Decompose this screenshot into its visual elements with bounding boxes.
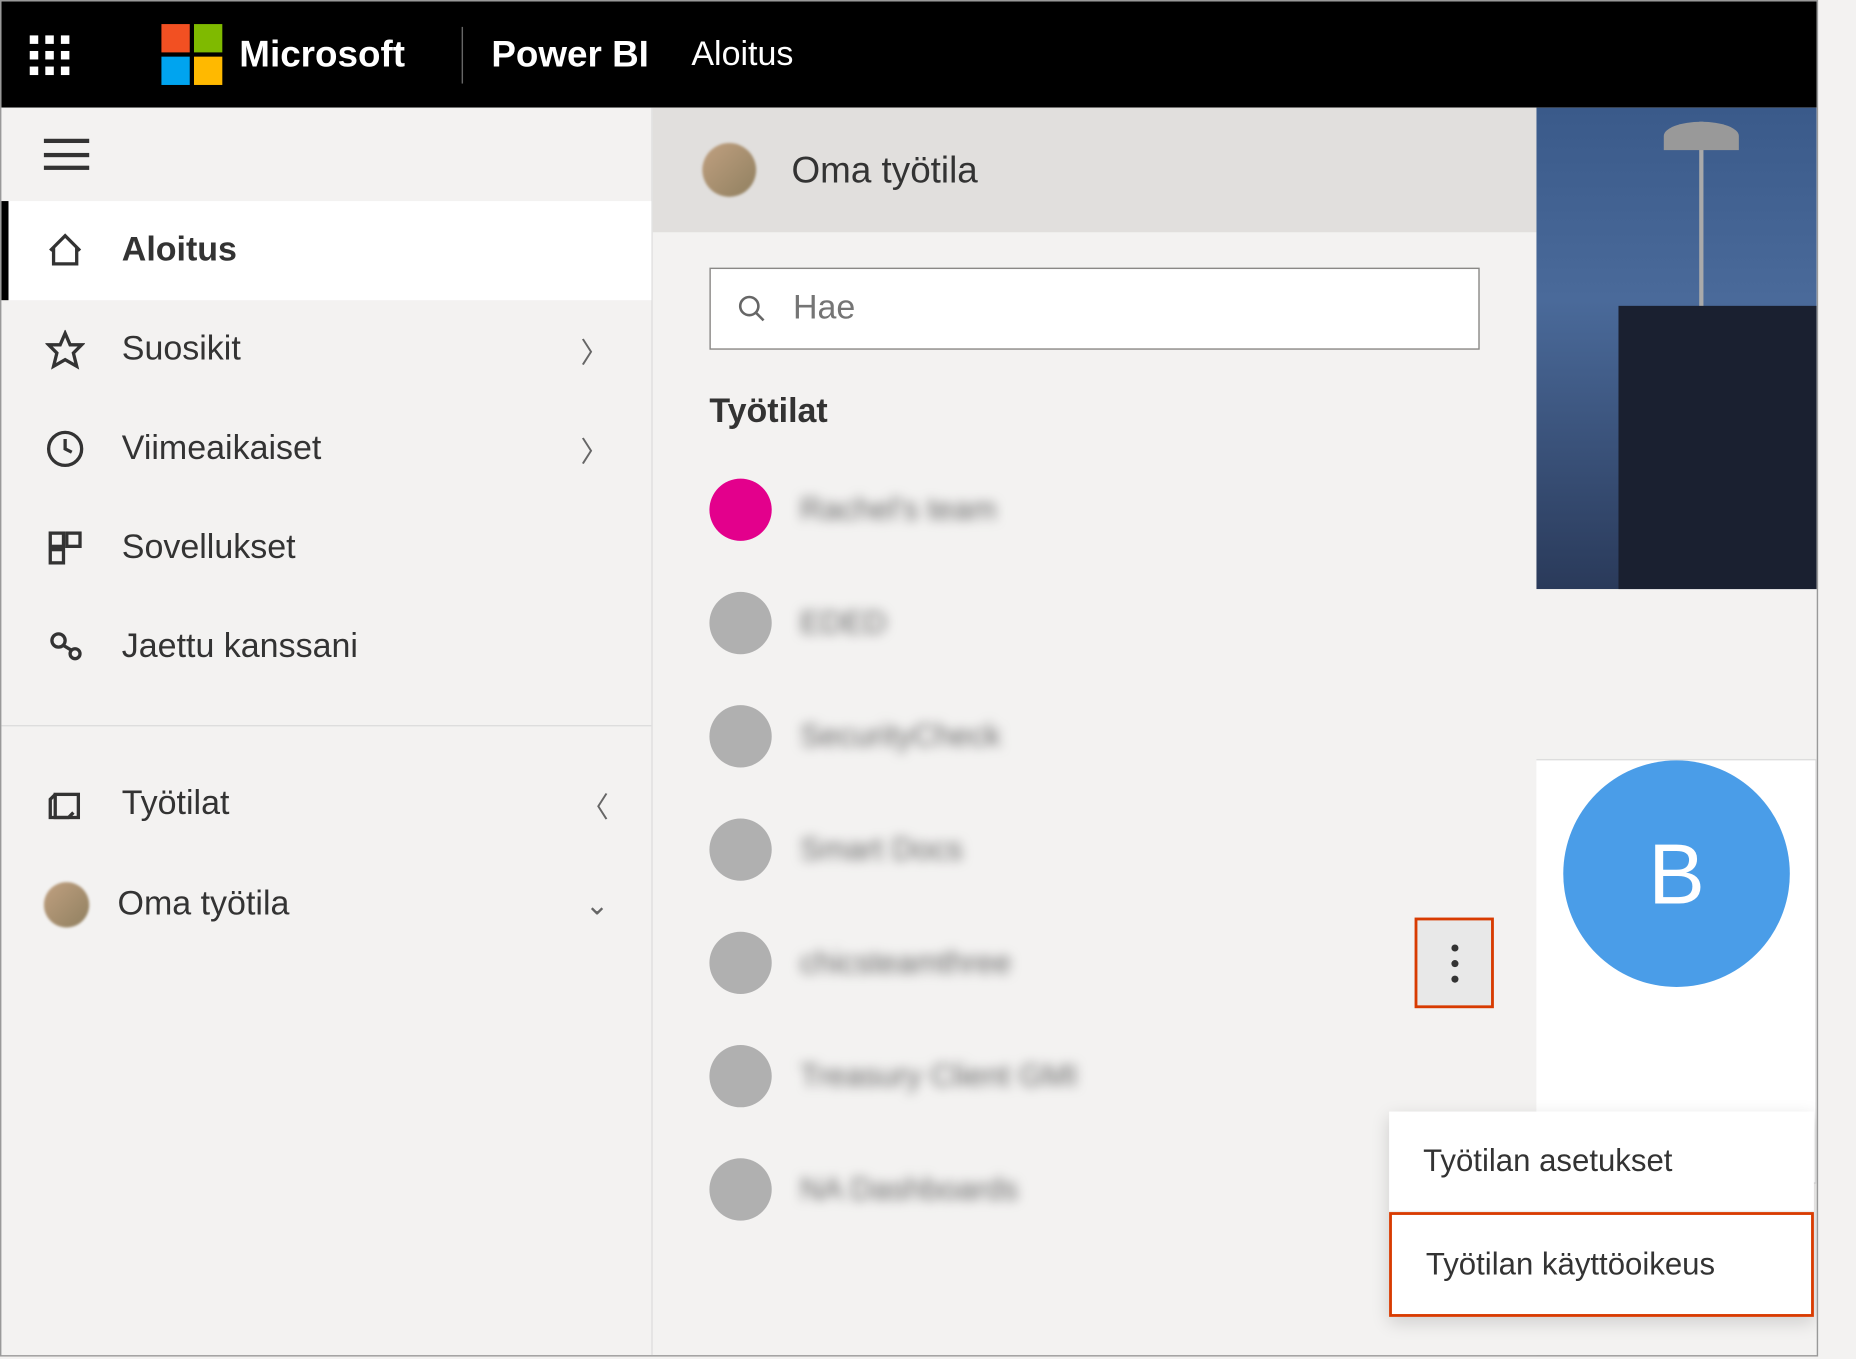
sidebar-item-workspaces[interactable]: Työtilat 〈	[1, 755, 651, 854]
brand-text: Microsoft	[239, 33, 405, 77]
microsoft-logo	[161, 24, 222, 85]
nav-label: Sovellukset	[122, 528, 296, 568]
workspace-item[interactable]: Smart Docs	[695, 793, 1494, 906]
workspace-item[interactable]: chicsteamthree	[695, 906, 1494, 1019]
workspace-name: Treasury Client GMI	[800, 1058, 1078, 1095]
workspace-item[interactable]: Rachel's team	[695, 453, 1494, 566]
hero-background	[1536, 108, 1816, 589]
workspace-name: EDED	[800, 605, 887, 642]
layers-icon	[44, 783, 86, 825]
workspace-item[interactable]: NA Dashboards	[695, 1133, 1494, 1246]
workspace-header[interactable]: Oma työtila	[653, 108, 1537, 233]
more-options-button[interactable]	[1415, 918, 1494, 1009]
search-input[interactable]	[793, 289, 1453, 329]
menu-item-workspace-settings[interactable]: Työtilan asetukset	[1389, 1112, 1814, 1213]
workspace-name: Smart Docs	[800, 831, 963, 868]
workspace-title: Oma työtila	[792, 148, 978, 192]
nav-label: Oma työtila	[118, 885, 290, 925]
content-badge: B	[1563, 760, 1790, 987]
sidebar-item-my-workspace[interactable]: Oma työtila ⌄	[1, 854, 651, 956]
workspace-name: Rachel's team	[800, 491, 996, 528]
product-text[interactable]: Power BI	[491, 33, 649, 77]
apps-icon	[44, 527, 86, 569]
star-icon	[44, 329, 86, 371]
chevron-right-icon: 〉	[581, 329, 609, 370]
menu-item-workspace-access[interactable]: Työtilan käyttöoikeus	[1389, 1212, 1814, 1317]
section-label: Työtilat	[653, 378, 1537, 453]
workspace-name: NA Dashboards	[800, 1171, 1018, 1208]
search-box[interactable]	[709, 268, 1479, 350]
workspace-icon	[709, 932, 771, 994]
workspace-icon	[709, 705, 771, 767]
avatar-icon	[44, 882, 89, 927]
header: Microsoft Power BI Aloitus	[1, 1, 1816, 107]
nav-label: Jaettu kanssani	[122, 627, 358, 667]
sidebar-item-shared[interactable]: Jaettu kanssani	[1, 598, 651, 697]
page-title: Aloitus	[691, 35, 793, 75]
workspace-icon	[709, 1158, 771, 1220]
workspace-item[interactable]: SecurityCheck	[695, 680, 1494, 793]
nav-label: Työtilat	[122, 784, 230, 824]
chevron-left-icon: 〈	[581, 784, 609, 825]
sidebar-item-apps[interactable]: Sovellukset	[1, 498, 651, 597]
workspace-icon	[709, 479, 771, 541]
header-divider	[462, 26, 463, 83]
share-icon	[44, 626, 86, 668]
workspace-icon	[709, 592, 771, 654]
nav-label: Viimeaikaiset	[122, 429, 322, 469]
nav-label: Aloitus	[122, 231, 237, 271]
more-icon	[1451, 944, 1458, 982]
sidebar-item-home[interactable]: Aloitus	[1, 201, 651, 300]
clock-icon	[44, 428, 86, 470]
nav-separator	[1, 725, 651, 726]
workspace-icon	[709, 818, 771, 880]
workspace-name: chicsteamthree	[800, 944, 1011, 981]
workspace-item[interactable]: Treasury Client GMI	[695, 1020, 1494, 1133]
workspace-icon	[709, 1045, 771, 1107]
sidebar: Aloitus Suosikit 〉 Viimeaikaiset 〉	[1, 108, 652, 1355]
sidebar-item-favorites[interactable]: Suosikit 〉	[1, 300, 651, 399]
context-menu: Työtilan asetukset Työtilan käyttöoikeus	[1389, 1112, 1814, 1317]
sidebar-item-recent[interactable]: Viimeaikaiset 〉	[1, 399, 651, 498]
home-icon	[44, 229, 86, 271]
chevron-down-icon: ⌄	[585, 887, 609, 922]
hamburger-icon	[44, 139, 89, 170]
avatar-icon	[702, 143, 756, 197]
workspace-name: SecurityCheck	[800, 718, 1001, 755]
chevron-right-icon: 〉	[581, 428, 609, 469]
workspace-item[interactable]: EDED	[695, 566, 1494, 679]
nav-label: Suosikit	[122, 330, 241, 370]
app-launcher-icon[interactable]	[30, 35, 70, 75]
hamburger-menu[interactable]	[1, 108, 651, 201]
search-icon	[736, 293, 767, 324]
